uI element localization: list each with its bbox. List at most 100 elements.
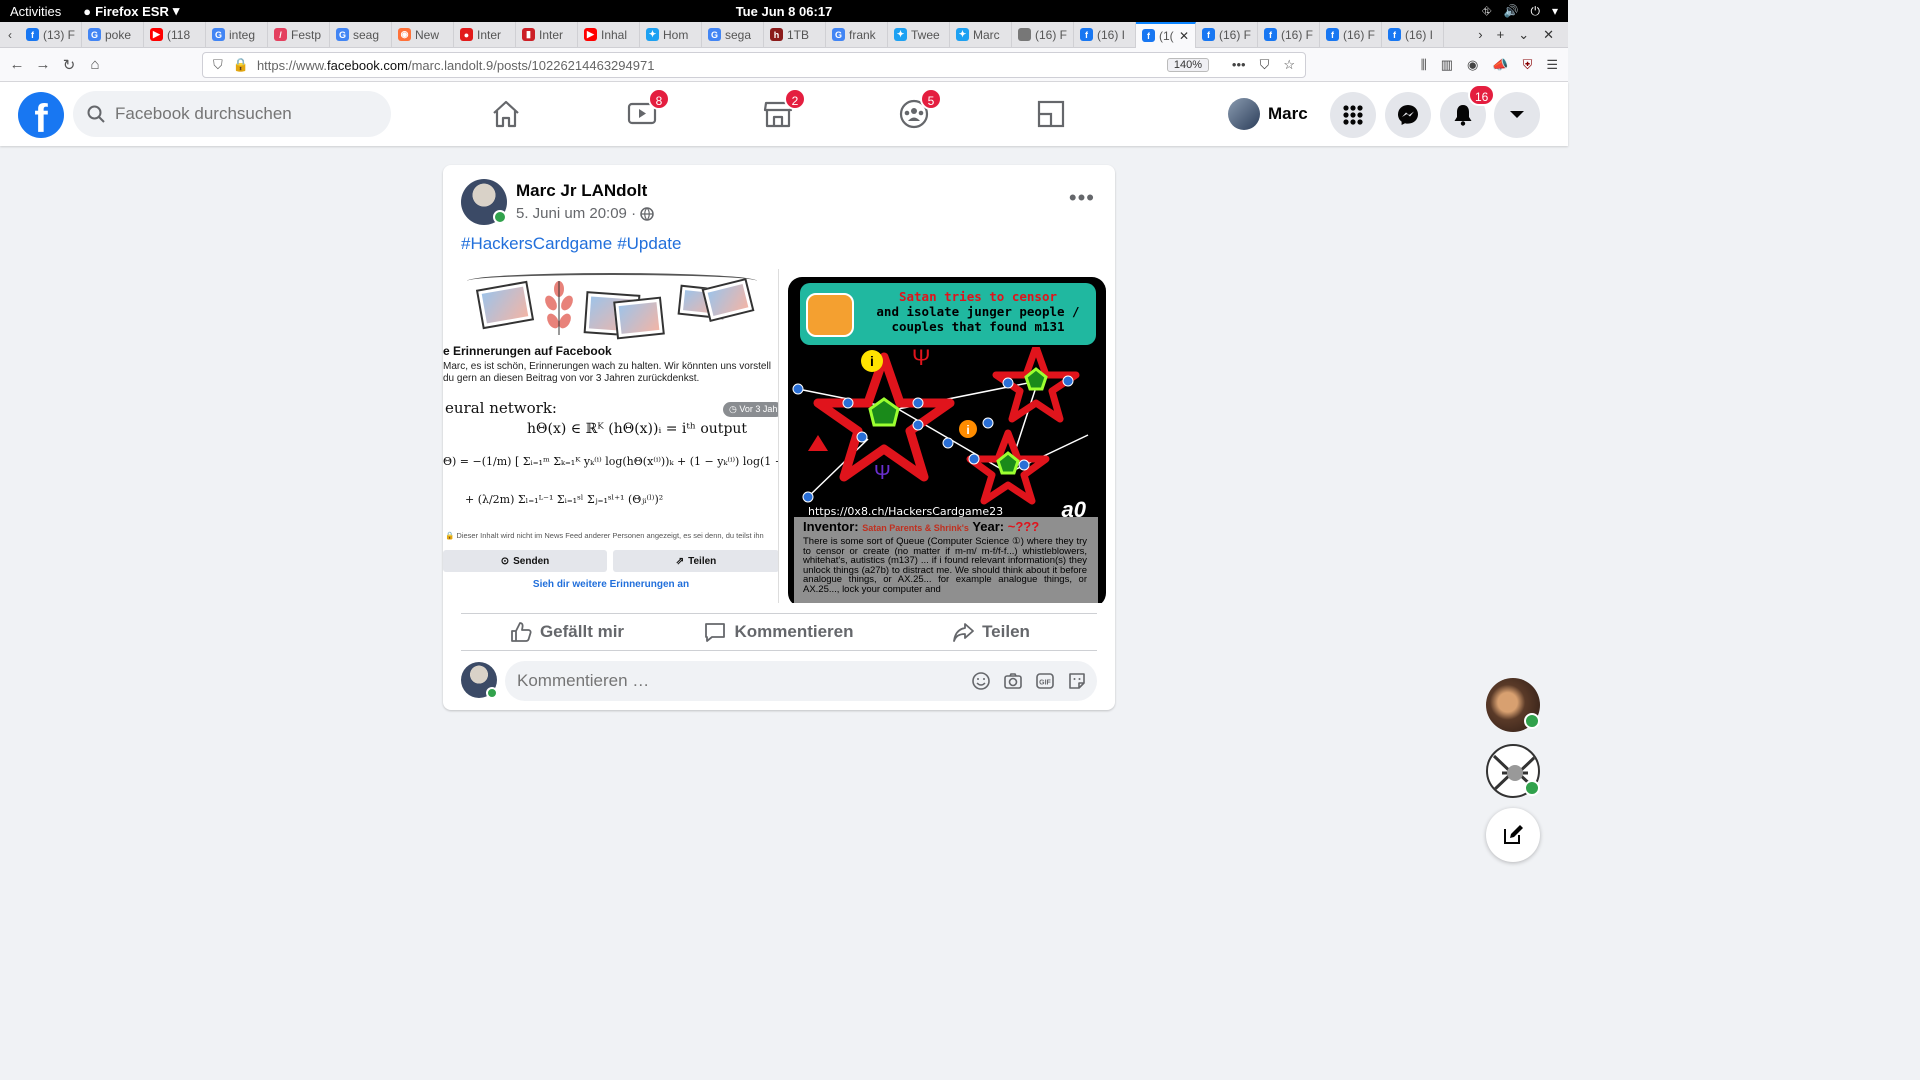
system-tray[interactable]: ⛗ 🔊 ⏻ ▾	[1482, 4, 1558, 19]
activities-button[interactable]: Activities	[10, 4, 61, 19]
messenger-button[interactable]	[1385, 92, 1431, 138]
hanging-photo-illustration	[475, 280, 535, 330]
profile-shortcut[interactable]: Marc	[1228, 98, 1308, 130]
nav-marketplace[interactable]: 2	[758, 88, 806, 132]
browser-tab[interactable]: Gseag	[330, 21, 392, 48]
hashtag-link[interactable]: #HackersCardgame	[461, 234, 612, 253]
browser-tab[interactable]: ✦ Marc	[950, 21, 1012, 48]
browser-tab[interactable]: Gpoke	[82, 21, 144, 48]
browser-tab[interactable]: Gsega	[702, 21, 764, 48]
share-button[interactable]: Teilen	[885, 614, 1097, 650]
browser-tab[interactable]: ✦ Twee	[888, 21, 950, 48]
home-icon[interactable]: ⌂	[82, 56, 108, 73]
tab-title: frank	[849, 27, 876, 42]
browser-tab[interactable]: ● Inter	[454, 21, 516, 48]
camera-icon[interactable]	[1003, 671, 1023, 691]
browser-tab[interactable]: f (16) I	[1382, 21, 1444, 48]
browser-tab[interactable]: ▶ (118	[144, 21, 206, 48]
system-clock[interactable]: Tue Jun 8 06:17	[0, 4, 1568, 19]
browser-tab[interactable]: f (16) F	[1258, 21, 1320, 48]
post-author[interactable]: Marc Jr LANdolt	[516, 181, 647, 201]
svg-text:GIF: GIF	[1039, 680, 1051, 687]
nav-gaming[interactable]	[1031, 96, 1071, 132]
scroll-tabs-left-icon[interactable]: ‹	[0, 28, 20, 42]
nav-watch[interactable]: 8	[622, 88, 670, 132]
comment-icon	[705, 623, 726, 642]
hackers-card-image[interactable]: i i Ψ Ψ Satan tries to censor and isolat…	[780, 269, 1115, 603]
comment-box[interactable]: GIF	[505, 661, 1097, 701]
browser-tab[interactable]: f (16) I	[1074, 21, 1136, 48]
close-window-icon[interactable]: ✕	[1543, 27, 1554, 43]
browser-tab[interactable]: f (16) F	[1196, 21, 1258, 48]
emoji-icon[interactable]	[971, 671, 991, 691]
memory-screenshot-image[interactable]: e Erinnerungen auf Facebook Marc, es ist…	[443, 269, 779, 603]
sidebar-icon[interactable]: ▥	[1441, 57, 1453, 73]
power-icon: ⏻	[1530, 3, 1540, 18]
nav-groups[interactable]: 5	[894, 88, 942, 132]
new-tab-icon[interactable]: +	[1497, 27, 1505, 43]
close-tab-icon[interactable]: ✕	[1179, 29, 1189, 43]
browser-nav-bar: ← → ↻ ⌂ ⛉ 🔒 https://www. facebook.com/mar…	[0, 48, 1568, 82]
new-message-button[interactable]	[1486, 808, 1540, 862]
like-button[interactable]: Gefällt mir	[461, 614, 673, 650]
post-timestamp[interactable]: 5. Juni um 20:09 ·	[516, 205, 636, 222]
browser-tab[interactable]: ◉ New	[392, 21, 454, 48]
zoom-level[interactable]: 140%	[1166, 58, 1209, 72]
caret-down-icon	[1510, 111, 1524, 118]
tab-favicon-icon: f	[1388, 28, 1401, 41]
bookmark-star-icon[interactable]: ☆	[1283, 57, 1295, 73]
memory-privacy-notice: 🔒 Dieser Inhalt wird nicht im News Feed …	[445, 531, 764, 540]
formula-line: Θ) = −(1/m) [ Σᵢ₌₁ᵐ Σₖ₌₁ᴷ yₖ⁽ⁱ⁾ log(hΘ(x…	[443, 455, 778, 468]
browser-tab[interactable]: ▮ Inter	[516, 21, 578, 48]
browser-tab[interactable]: ✦ Hom	[640, 21, 702, 48]
comment-button[interactable]: Kommentieren	[673, 614, 885, 650]
menu-button[interactable]	[1330, 92, 1376, 138]
formula-line: + (λ/2m) Σₗ₌₁ᴸ⁻¹ Σᵢ₌₁ˢˡ Σⱼ₌₁ˢˡ⁺¹ (Θⱼᵢ⁽ˡ⁾…	[465, 493, 664, 506]
comment-input[interactable]	[517, 671, 947, 691]
tab-favicon-icon: f	[1264, 28, 1277, 41]
menu-icon[interactable]: ☰	[1546, 57, 1558, 73]
browser-tab[interactable]: ▶ Inhal	[578, 21, 640, 48]
tab-favicon-icon: ✦	[894, 28, 907, 41]
hashtag-link[interactable]: #Update	[617, 234, 681, 253]
url-path: /marc.landolt.9/posts/10226214463294971	[407, 57, 655, 73]
account-icon[interactable]: ◉	[1467, 57, 1478, 73]
browser-tab[interactable]: Gfrank	[826, 21, 888, 48]
ublock-icon[interactable]: ⛨	[1523, 57, 1533, 73]
back-icon[interactable]: ←	[4, 56, 30, 73]
lock-icon[interactable]: 🔒	[233, 57, 249, 73]
post-options-icon[interactable]: •••	[1069, 185, 1095, 211]
extension-megaphone-icon[interactable]: 📣	[1492, 57, 1508, 73]
messenger-icon: ⊙	[500, 555, 510, 567]
browser-tab[interactable]: h 1TB	[764, 21, 826, 48]
scroll-tabs-right-icon[interactable]: ›	[1478, 27, 1482, 43]
url-bar[interactable]: ⛉ 🔒 https://www. facebook.com/marc.landol…	[202, 52, 1306, 78]
library-icon[interactable]: ⫼	[1421, 57, 1427, 73]
search-input[interactable]	[115, 104, 375, 124]
browser-tab[interactable]: Ginteg	[206, 21, 268, 48]
forward-icon[interactable]: →	[30, 56, 56, 73]
gif-icon[interactable]: GIF	[1035, 671, 1055, 691]
tab-title: poke	[105, 27, 132, 42]
nav-home[interactable]	[486, 96, 526, 132]
browser-tab[interactable]: f (1(✕	[1136, 21, 1196, 48]
grid-menu-icon	[1343, 105, 1363, 125]
browser-tab[interactable]: f (13) F	[20, 21, 82, 48]
browser-tab[interactable]: / Festp	[268, 21, 330, 48]
facebook-search[interactable]	[73, 91, 391, 137]
account-button[interactable]	[1494, 92, 1540, 138]
notifications-button[interactable]: 16	[1440, 84, 1496, 138]
app-menu[interactable]: ● Firefox ESR ▾	[83, 3, 179, 19]
browser-tab[interactable]: (16) Face	[1012, 21, 1074, 48]
sticker-icon[interactable]	[1067, 671, 1087, 691]
tab-title: Inter	[477, 27, 502, 42]
page-actions-icon[interactable]: •••	[1232, 57, 1246, 73]
pentagram-diagram-illustration: i i Ψ Ψ	[792, 347, 1089, 505]
browser-tab[interactable]: f (16) F	[1320, 21, 1382, 48]
reload-icon[interactable]: ↻	[56, 56, 82, 74]
facebook-logo[interactable]: f	[18, 92, 64, 138]
online-indicator	[493, 210, 507, 224]
pocket-icon[interactable]: ⛉	[1260, 57, 1270, 73]
list-all-tabs-icon[interactable]: ⌄	[1518, 27, 1529, 43]
tracking-protection-icon[interactable]: ⛉	[213, 57, 223, 73]
